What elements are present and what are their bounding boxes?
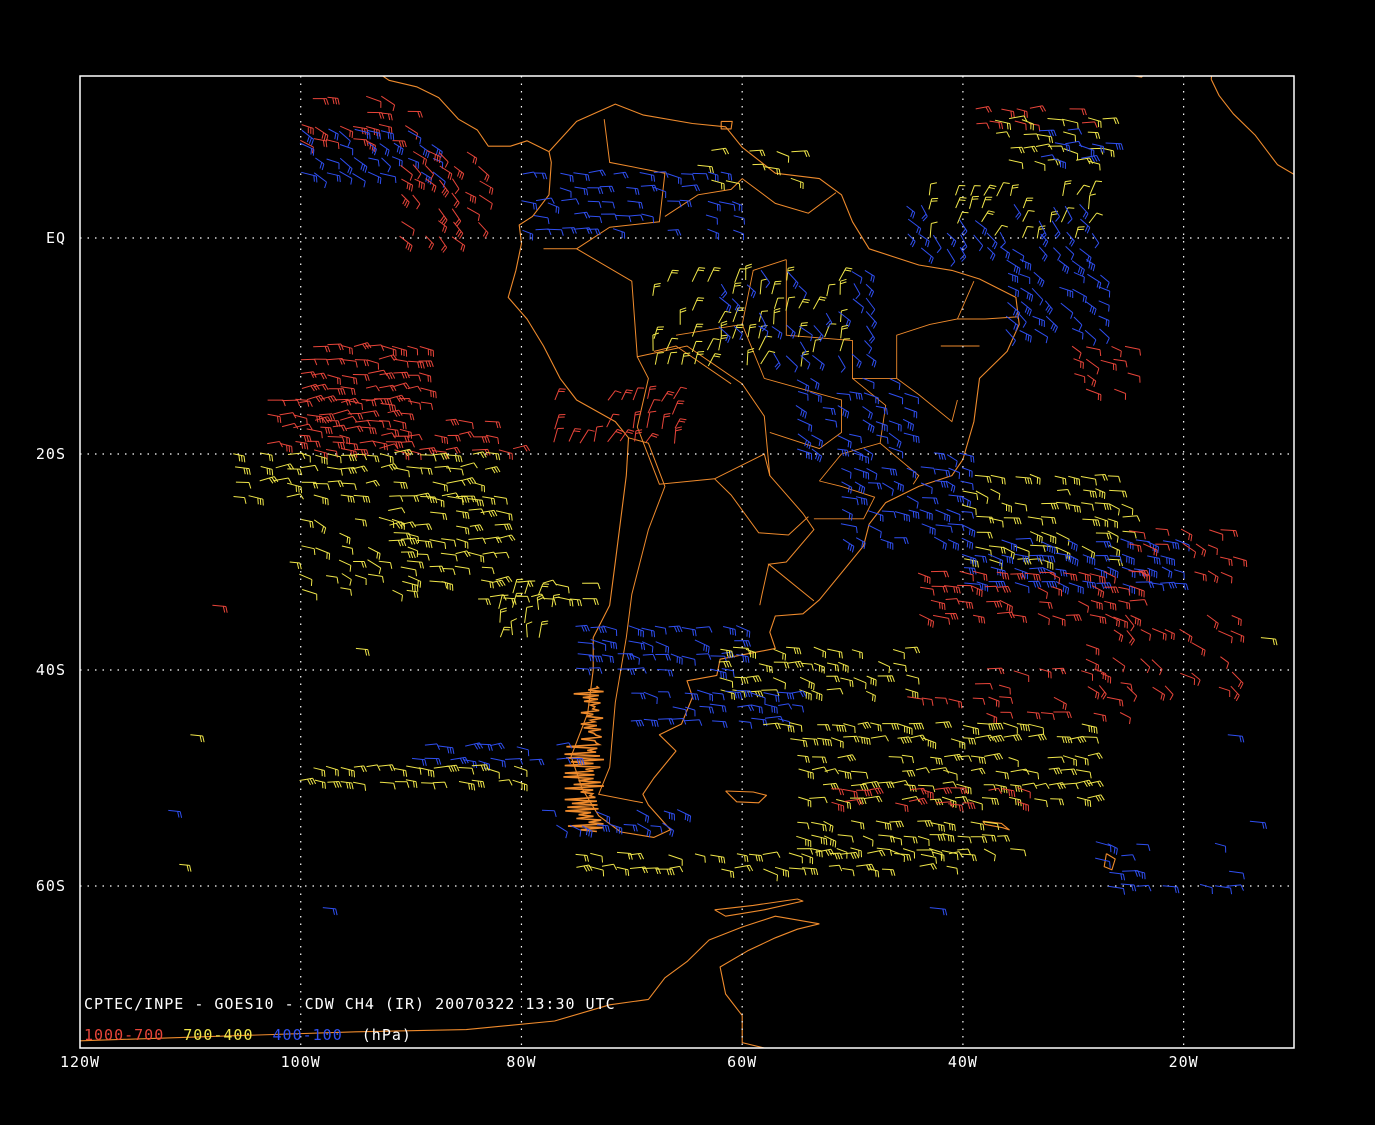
latitude-label: 40S xyxy=(36,661,66,679)
longitude-label: 40W xyxy=(948,1053,978,1071)
background xyxy=(0,0,1375,1125)
legend-unit: (hPa) xyxy=(362,1026,412,1044)
legend-mid: 700-400 xyxy=(183,1026,253,1044)
legend-low: 1000-700 xyxy=(84,1026,164,1044)
latitude-label: EQ xyxy=(46,229,66,247)
map-title: CPTEC/INPE - GOES10 - CDW CH4 (IR) 20070… xyxy=(84,995,616,1013)
longitude-label: 80W xyxy=(506,1053,536,1071)
longitude-label: 60W xyxy=(727,1053,757,1071)
latitude-label: 60S xyxy=(36,877,66,895)
wind-map: 120W 100W 80W 60W 40W 20W EQ 20S 40S 60S CPTEC/I… xyxy=(0,0,1375,1125)
legend-high: 400-100 xyxy=(273,1026,343,1044)
latitude-label: 20S xyxy=(36,445,66,463)
longitude-label: 100W xyxy=(281,1053,321,1071)
longitude-label: 20W xyxy=(1169,1053,1199,1071)
longitude-label: 120W xyxy=(60,1053,100,1071)
pressure-legend: 1000-700 700-400 400-100 (hPa) xyxy=(84,1026,412,1044)
